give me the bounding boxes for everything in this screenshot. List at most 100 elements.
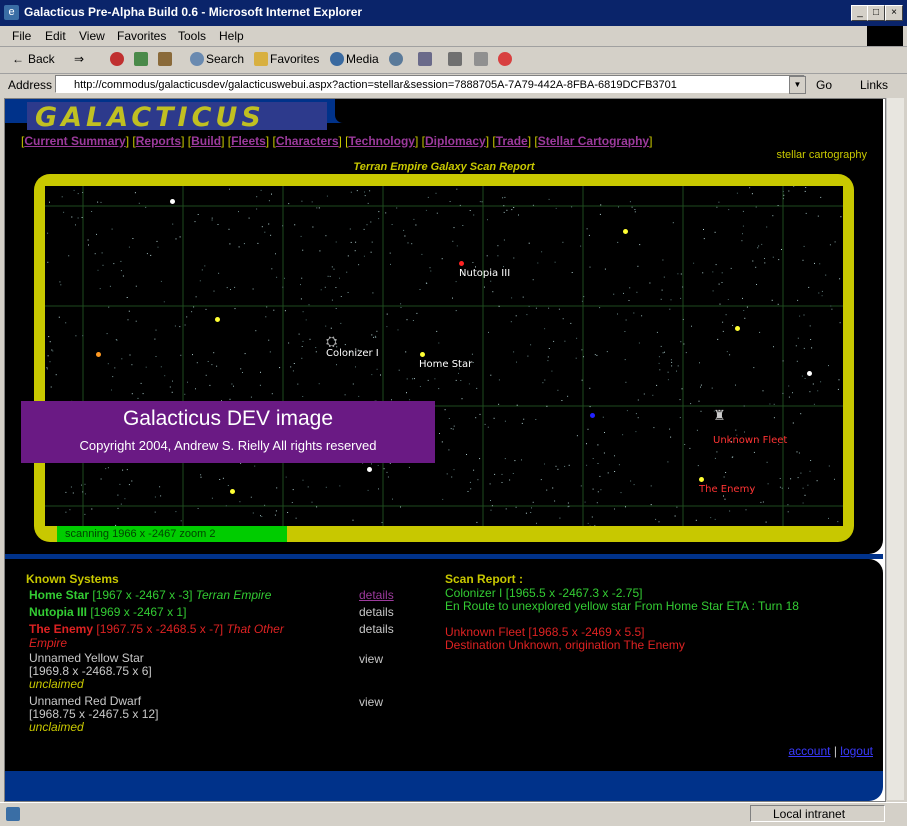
menu-edit[interactable]: Edit: [45, 29, 66, 43]
logo-text: GALACTICUS: [35, 102, 265, 133]
view-link[interactable]: view: [359, 652, 383, 666]
page-status-icon: [6, 807, 20, 821]
map-star-yellow[interactable]: [735, 326, 740, 331]
system-home-star: Home Star [1967 x -2467 x -3] Terran Emp…: [29, 588, 271, 602]
scan-line-colonizer-route: En Route to unexplored yellow star From …: [445, 599, 799, 613]
scan-line-unknown-destination: Destination Unknown, origination The Ene…: [445, 638, 685, 652]
top-panel: GALACTICUS [Current Summary] [Reports] […: [5, 99, 883, 554]
messenger-icon[interactable]: [498, 52, 512, 66]
address-input[interactable]: http://commodus/galacticusdev/galacticus…: [55, 75, 805, 93]
footer-band: [5, 771, 883, 801]
mail-icon[interactable]: [418, 52, 432, 66]
window-title-bar: e Galacticus Pre-Alpha Build 0.6 - Micro…: [0, 0, 907, 26]
system-coords: [1969 x -2467 x 1]: [90, 605, 186, 619]
map-label-home: Home Star: [419, 359, 472, 370]
map-star-white[interactable]: [807, 371, 812, 376]
windows-logo-icon: [867, 26, 903, 46]
account-link[interactable]: account: [788, 744, 830, 758]
edit-icon[interactable]: [474, 52, 488, 66]
details-link[interactable]: details: [359, 588, 394, 602]
menu-bar: File Edit View Favorites Tools Help: [0, 26, 907, 47]
system-the-enemy: The Enemy [1967.75 x -2468.5 x -7] That …: [29, 622, 319, 650]
stop-icon[interactable]: [110, 52, 124, 66]
details-link[interactable]: details: [359, 622, 394, 636]
map-label-colonizer: Colonizer I: [326, 348, 379, 359]
details-link[interactable]: details: [359, 605, 394, 619]
zone-label: Local intranet: [773, 807, 845, 821]
nav-characters[interactable]: Characters: [276, 134, 339, 148]
address-label: Address: [8, 78, 52, 92]
media-button[interactable]: Media: [346, 52, 379, 66]
unknown-fleet-icon[interactable]: ♜: [713, 408, 726, 424]
system-coords: [1967 x -2467 x -3]: [92, 588, 192, 602]
section-tag: stellar cartography: [777, 149, 868, 161]
go-button[interactable]: Go: [816, 78, 832, 92]
map-label-unknown-fleet: Unknown Fleet: [713, 435, 787, 446]
star-map[interactable]: Nutopia III ⛭ Colonizer I Home Star ♜ Un…: [45, 186, 843, 526]
nav-diplomacy[interactable]: Diplomacy: [425, 134, 486, 148]
system-name: Nutopia III: [29, 605, 87, 619]
system-nutopia-iii: Nutopia III [1969 x -2467 x 1]: [29, 605, 186, 619]
status-bar: Local intranet: [0, 802, 907, 826]
address-bar: Address http://commodus/galacticusdev/ga…: [0, 73, 907, 98]
favorites-button[interactable]: Favorites: [270, 52, 319, 66]
back-button[interactable]: Back: [28, 52, 55, 66]
map-status-bar: scanning 1966 x -2467 zoom 2: [57, 526, 287, 542]
nav-stellar-cartography[interactable]: Stellar Cartography: [538, 134, 649, 148]
address-dropdown-icon[interactable]: ▼: [789, 76, 806, 94]
system-name: The Enemy: [29, 622, 93, 636]
maximize-button[interactable]: □: [867, 5, 885, 21]
map-label-nutopia: Nutopia III: [459, 268, 510, 279]
nav-build[interactable]: Build: [191, 134, 221, 148]
history-icon[interactable]: [389, 52, 403, 66]
map-star-home[interactable]: [420, 352, 425, 357]
vertical-scrollbar[interactable]: [886, 98, 904, 800]
menu-favorites[interactable]: Favorites: [117, 29, 166, 43]
system-unnamed-red-dwarf: Unnamed Red Dwarf [1968.75 x -2467.5 x 1…: [29, 695, 158, 734]
system-owner: unclaimed: [29, 721, 158, 734]
system-owner: unclaimed: [29, 678, 152, 691]
forward-button[interactable]: ⇒: [74, 52, 84, 66]
map-star-yellow[interactable]: [230, 489, 235, 494]
map-star-white[interactable]: [367, 467, 372, 472]
menu-view[interactable]: View: [79, 29, 105, 43]
toolbar: ← Back ⇒ Search Favorites Media: [0, 47, 907, 74]
refresh-icon[interactable]: [134, 52, 148, 66]
footer-links: account | logout: [788, 744, 873, 758]
watermark-title: Galacticus DEV image: [21, 407, 435, 431]
links-button[interactable]: Links: [860, 78, 888, 92]
known-systems-heading: Known Systems: [26, 572, 119, 586]
menu-help[interactable]: Help: [219, 29, 244, 43]
scan-line-colonizer: Colonizer I [1965.5 x -2467.3 x -2.75]: [445, 586, 642, 600]
scan-report-heading: Scan Report :: [445, 572, 523, 586]
window-title: Galacticus Pre-Alpha Build 0.6 - Microso…: [24, 5, 362, 19]
back-arrow-icon: ←: [12, 52, 24, 66]
nav-reports[interactable]: Reports: [136, 134, 181, 148]
home-icon[interactable]: [158, 52, 172, 66]
logout-link[interactable]: logout: [840, 744, 873, 758]
map-star-blue[interactable]: [590, 413, 595, 418]
search-button[interactable]: Search: [206, 52, 244, 66]
starfield-canvas: [45, 186, 843, 526]
footer-separator: |: [834, 744, 837, 758]
map-star-yellow[interactable]: [215, 317, 220, 322]
print-icon[interactable]: [448, 52, 462, 66]
map-star-nutopia[interactable]: [459, 261, 464, 266]
nav-current-summary[interactable]: Current Summary: [24, 134, 125, 148]
system-name: Home Star: [29, 588, 89, 602]
menu-tools[interactable]: Tools: [178, 29, 206, 43]
favorites-icon: [254, 52, 268, 66]
nav-trade[interactable]: Trade: [496, 134, 528, 148]
ie-icon: e: [4, 5, 19, 20]
map-star-red-dwarf[interactable]: [96, 352, 101, 357]
map-star-yellow[interactable]: [623, 229, 628, 234]
map-star-white[interactable]: [170, 199, 175, 204]
map-star-enemy[interactable]: [699, 477, 704, 482]
menu-file[interactable]: File: [12, 29, 31, 43]
close-button[interactable]: ×: [885, 5, 903, 21]
nav-technology[interactable]: Technology: [349, 134, 415, 148]
view-link[interactable]: view: [359, 695, 383, 709]
nav-fleets[interactable]: Fleets: [231, 134, 266, 148]
logo: GALACTICUS: [27, 102, 327, 130]
main-nav: [Current Summary] [Reports] [Build] [Fle…: [21, 134, 652, 148]
